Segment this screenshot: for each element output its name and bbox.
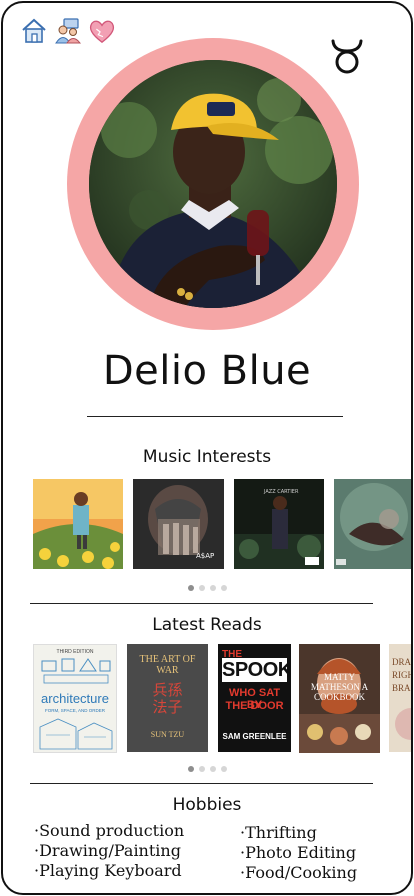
book-cover[interactable]: THE SPOOK WHO SAT BY THE DOOR SAM GREENL… (218, 644, 291, 752)
book-subtitle: FORM, SPACE, AND ORDER (45, 708, 105, 713)
hobbies-list-right: ·Thrifting ·Photo Editing ·Food/Cooking (240, 823, 357, 883)
reads-section-title: Latest Reads (152, 615, 262, 635)
book-edition: THIRD EDITION (56, 649, 94, 655)
hobby-item: ·Drawing/Painting (34, 841, 181, 860)
book-title: MATTY MATHESON A COOKBOOK (310, 672, 369, 702)
hobby-item: ·Thrifting (240, 823, 317, 842)
carousel-dot[interactable] (209, 585, 216, 591)
carousel-dot[interactable] (187, 766, 194, 772)
music-carousel[interactable]: A$AP JAZZ CARTIER (3, 479, 411, 571)
carousel-dot[interactable] (198, 766, 205, 772)
album-cover[interactable]: A$AP (133, 479, 224, 569)
divider (30, 783, 373, 784)
divider (30, 603, 373, 604)
book-author: SUN TZU (150, 730, 185, 739)
album-cover[interactable] (334, 479, 411, 569)
book-title-line: SPOOK (222, 659, 291, 681)
reads-carousel-dots (3, 766, 411, 772)
taurus-icon (329, 37, 365, 77)
music-section-title: Music Interests (142, 447, 272, 467)
avatar[interactable] (89, 60, 337, 308)
top-nav (20, 17, 116, 45)
album-cover[interactable]: JAZZ CARTIER (234, 479, 324, 569)
hobbies-list-left: ·Sound production ·Drawing/Painting ·Pla… (34, 821, 184, 881)
reads-carousel[interactable]: THIRD EDITION architecture FORM, SPACE, … (3, 644, 411, 754)
book-cover[interactable]: THE ART OF WAR 兵孫 法子 SUN TZU (127, 644, 208, 752)
book-chinese-title: 兵孫 法子 (152, 681, 183, 716)
title-band: SPOOK (222, 658, 291, 682)
book-title: architecture (41, 691, 109, 706)
album-cover[interactable] (33, 479, 123, 569)
home-icon[interactable] (20, 17, 48, 45)
heart-icon[interactable] (88, 17, 116, 45)
hobbies-section-title: Hobbies (172, 795, 242, 815)
book-author: SAM GREENLEE (222, 732, 287, 741)
hobby-item: ·Sound production (34, 821, 185, 840)
book-title: THE ART OF WAR (139, 654, 196, 676)
carousel-dot[interactable] (209, 766, 216, 772)
carousel-dot[interactable] (198, 585, 205, 591)
hobby-item: ·Food/Cooking (240, 863, 358, 882)
profile-card: Delio Blue Music Interests A$AP JAZZ CAR… (1, 1, 413, 895)
carousel-dot[interactable] (187, 585, 194, 591)
book-title-line: THE DOOR (225, 700, 284, 712)
carousel-dot[interactable] (220, 766, 227, 772)
carousel-dot[interactable] (220, 585, 227, 591)
book-cover[interactable]: MATTY MATHESON A COOKBOOK (299, 644, 380, 753)
profile-name: Delio Blue (102, 348, 312, 394)
book-cover[interactable]: THIRD EDITION architecture FORM, SPACE, … (33, 644, 117, 753)
divider (87, 416, 343, 417)
hobby-item: ·Photo Editing (240, 843, 357, 862)
svg-text:JAZZ CARTIER: JAZZ CARTIER (263, 489, 299, 495)
hobby-item: ·Playing Keyboard (34, 861, 182, 880)
svg-text:A$AP: A$AP (196, 552, 214, 560)
book-cover[interactable]: DRA RIGH BRA (389, 644, 411, 752)
music-carousel-dots (3, 585, 411, 591)
avatar-ring (67, 38, 359, 330)
people-icon[interactable] (54, 17, 82, 45)
